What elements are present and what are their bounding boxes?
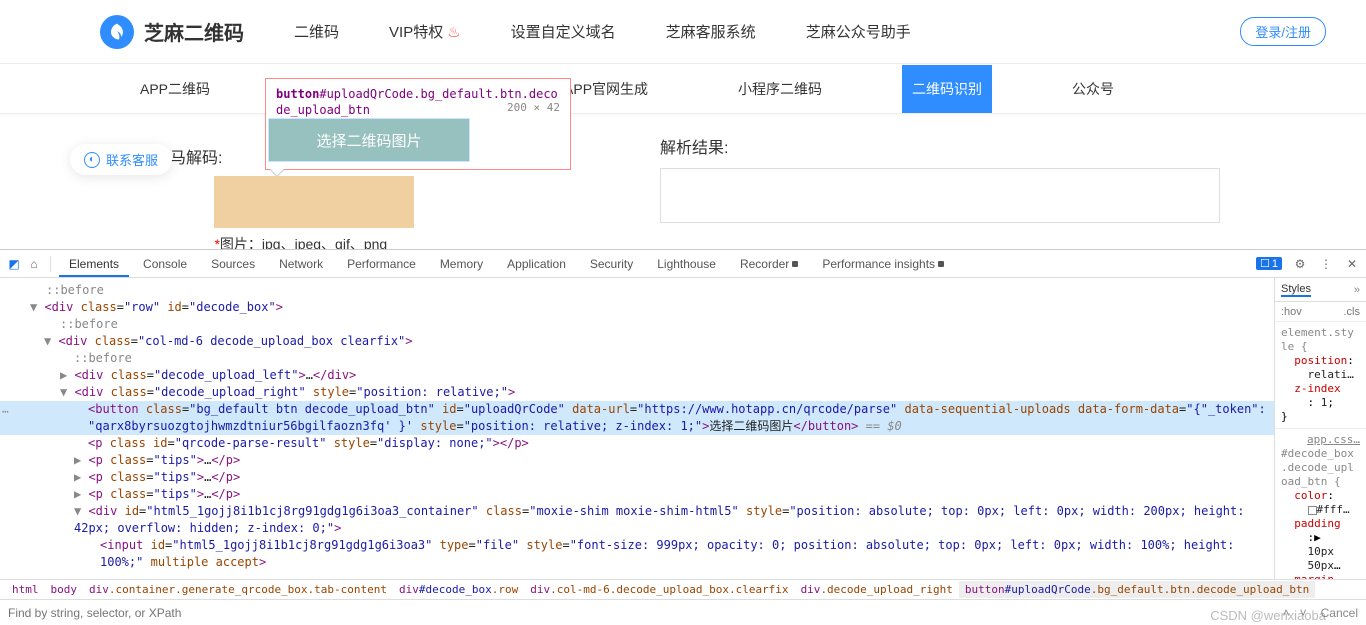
kebab-icon[interactable]: ⋮: [1318, 256, 1334, 272]
crumb-upload-box[interactable]: div.col-md-6.decode_upload_box.clearfix: [524, 581, 794, 598]
crumb-upload-button[interactable]: button#uploadQrCode.bg_default.btn.decod…: [959, 581, 1315, 598]
tab-security[interactable]: Security: [580, 251, 643, 277]
upload-drop-zone[interactable]: [214, 176, 414, 228]
inspector-tooltip: button#uploadQrCode.bg_default.btn.decod…: [265, 78, 571, 170]
fire-icon: ♨: [447, 23, 460, 41]
styles-tab[interactable]: Styles: [1281, 283, 1311, 297]
tab-lighthouse[interactable]: Lighthouse: [647, 251, 726, 277]
device-icon[interactable]: ⌂: [26, 256, 42, 272]
tab-memory[interactable]: Memory: [430, 251, 493, 277]
tab-recorder[interactable]: Recorder: [730, 251, 808, 277]
styles-pane: Styles » :hov .cls element.style { posit…: [1274, 278, 1366, 579]
tab-performance[interactable]: Performance: [337, 251, 426, 277]
result-title: 解析结果:: [660, 134, 1286, 158]
top-bar: 芝麻二维码 二维码 VIP特权♨ 设置自定义域名 芝麻客服系统 芝麻公众号助手 …: [0, 0, 1366, 64]
devtools-panel: ◩ ⌂ Elements Console Sources Network Per…: [0, 249, 1366, 625]
headset-icon: ◐: [84, 152, 100, 168]
dom-breadcrumb[interactable]: html body div.container.generate_qrcode_…: [0, 579, 1366, 599]
prev-match-icon[interactable]: ˄: [1279, 606, 1294, 620]
dom-tree[interactable]: ::before ▼ <div class="row" id="decode_b…: [0, 278, 1274, 579]
crumb-body[interactable]: body: [45, 581, 84, 598]
cls-toggle[interactable]: .cls: [1344, 306, 1361, 318]
crumb-html[interactable]: html: [6, 581, 45, 598]
leaf-icon: [100, 15, 134, 49]
tab-sources[interactable]: Sources: [201, 251, 265, 277]
crumb-upload-right[interactable]: div.decode_upload_right: [795, 581, 959, 598]
inspect-icon[interactable]: ◩: [6, 256, 22, 272]
devtools-tabs: ◩ ⌂ Elements Console Sources Network Per…: [0, 250, 1366, 278]
nav-assistant[interactable]: 芝麻公众号助手: [806, 21, 911, 42]
subnav-app-qr[interactable]: APP二维码: [130, 65, 220, 113]
tab-perf-insights[interactable]: Performance insights: [812, 251, 954, 277]
login-button[interactable]: 登录/注册: [1240, 17, 1326, 46]
tab-console[interactable]: Console: [133, 251, 197, 277]
subnav-miniprogram[interactable]: 小程序二维码: [728, 65, 832, 113]
gear-icon[interactable]: ⚙: [1292, 256, 1308, 272]
cancel-button[interactable]: Cancel: [1321, 606, 1358, 620]
issues-badge[interactable]: ☐ 1: [1256, 257, 1282, 270]
upload-qr-button[interactable]: 选择二维码图片: [269, 119, 469, 161]
hov-toggle[interactable]: :hov: [1281, 306, 1302, 318]
brand-text: 芝麻二维码: [144, 17, 244, 46]
sub-nav: APP二维码 码 好友码合并 APP官网生成 小程序二维码 二维码识别 公众号: [0, 64, 1366, 114]
nav-vip[interactable]: VIP特权♨: [389, 21, 461, 42]
chevron-right-icon[interactable]: »: [1354, 284, 1360, 296]
tab-application[interactable]: Application: [497, 251, 576, 277]
search-input[interactable]: [8, 606, 1269, 620]
tooltip-dimensions: 200 × 42: [507, 101, 560, 114]
style-rule-decode-btn[interactable]: app.css… #decode_box .decode_upload_btn …: [1275, 429, 1366, 579]
nav-domain[interactable]: 设置自定义域名: [511, 21, 616, 42]
top-nav: 二维码 VIP特权♨ 设置自定义域名 芝麻客服系统 芝麻公众号助手: [294, 21, 1240, 42]
tab-network[interactable]: Network: [269, 251, 333, 277]
next-match-icon[interactable]: ˅: [1296, 606, 1311, 620]
contact-support-badge[interactable]: ◐ 联系客服: [70, 144, 172, 175]
crumb-decode-box[interactable]: div#decode_box.row: [393, 581, 524, 598]
tab-elements[interactable]: Elements: [59, 251, 129, 277]
close-icon[interactable]: ✕: [1344, 256, 1360, 272]
result-box: [660, 168, 1220, 223]
crumb-container[interactable]: div.container.generate_qrcode_box.tab-co…: [83, 581, 393, 598]
nav-qrcode[interactable]: 二维码: [294, 21, 339, 42]
subnav-decode[interactable]: 二维码识别: [902, 65, 992, 113]
devtools-search-bar: ˄ ˅ Cancel: [0, 599, 1366, 625]
style-rule-element[interactable]: element.style { position: relati… z-inde…: [1275, 322, 1366, 429]
brand-logo[interactable]: 芝麻二维码: [100, 15, 244, 49]
subnav-official[interactable]: 公众号: [1062, 65, 1124, 113]
nav-service[interactable]: 芝麻客服系统: [666, 21, 756, 42]
